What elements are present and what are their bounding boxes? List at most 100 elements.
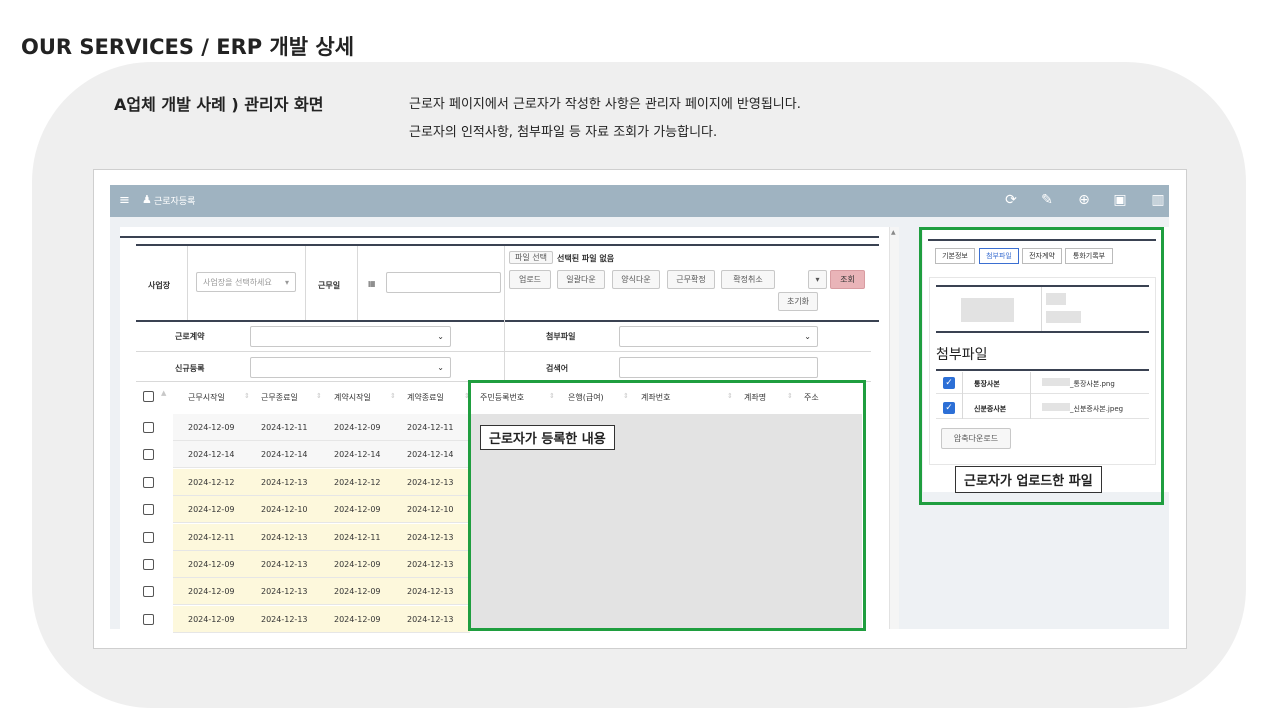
file-status: 선택된 파일 없음 (557, 254, 615, 263)
table-cell: 2024-12-09 (188, 614, 235, 624)
row-select-cell (136, 523, 173, 551)
edit-icon[interactable]: ✎ (1039, 192, 1055, 208)
column-header[interactable]: 근무시작일 (188, 392, 225, 403)
table-cell: 2024-12-09 (188, 587, 235, 597)
table-cell: 2024-12-11 (188, 532, 235, 542)
contract-label: 근로계약 (175, 332, 205, 341)
new-select[interactable]: ⌄ (250, 357, 451, 378)
row-select-cell (136, 605, 173, 633)
description-line: 근로자의 인적사항, 첨부파일 등 자료 조회가 가능합니다. (409, 125, 718, 140)
row-checkbox[interactable] (143, 449, 154, 461)
table-row[interactable]: 2024-12-14 2024-12-14 2024-12-14 2024-12-14 (136, 441, 470, 469)
row-checkbox[interactable] (143, 559, 154, 570)
table-row[interactable]: 2024-12-12 2024-12-13 2024-12-12 2024-12-13 (136, 468, 470, 496)
table-cell: 2024-12-14 (188, 450, 235, 460)
table-row[interactable]: 2024-12-09 2024-12-10 2024-12-09 2024-12-10 (136, 496, 470, 524)
table-cell: 2024-12-12 (334, 477, 381, 487)
description-line: 근로자 페이지에서 근로자가 작성한 사항은 관리자 페이지에 반영됩니다. (409, 97, 801, 112)
workday-input[interactable] (386, 272, 501, 293)
row-select-cell (136, 496, 173, 524)
divider (187, 246, 188, 320)
chevron-down-icon: ⌄ (437, 332, 444, 341)
confirm-work-button[interactable]: 근무확정 (667, 270, 715, 289)
chevron-down-icon: ⌄ (804, 332, 811, 341)
table-cell: 2024-12-13 (407, 532, 454, 542)
uploaded-files-highlight (919, 227, 1164, 505)
keyword-label: 검색어 (546, 364, 569, 373)
table-row[interactable]: 2024-12-09 2024-12-11 2024-12-09 2024-12-11 (136, 414, 470, 441)
row-select-cell (136, 551, 173, 578)
dropdown-button[interactable]: ▾ (808, 270, 827, 289)
table-cell: 2024-12-13 (261, 587, 308, 597)
row-select-cell (136, 414, 173, 441)
attachment-label: 첨부파일 (546, 332, 576, 341)
table-cell: 2024-12-10 (407, 505, 454, 515)
table-cell: 2024-12-09 (188, 423, 235, 432)
contract-select[interactable]: ⌄ (250, 326, 451, 347)
business-select[interactable]: 사업장을 선택하세요 ▾ (196, 272, 296, 292)
table-row[interactable]: 2024-12-09 2024-12-13 2024-12-09 2024-12-13 (136, 605, 470, 633)
template-download-button[interactable]: 양식다운 (612, 270, 660, 289)
row-select-cell (136, 441, 173, 469)
calendar-icon[interactable]: ▦ (368, 279, 376, 288)
description: 근로자 페이지에서 근로자가 작성한 사항은 관리자 페이지에 반영됩니다. 근… (409, 91, 801, 147)
column-header[interactable]: 계약시작일 (334, 392, 371, 403)
table-cell: 2024-12-11 (261, 423, 308, 432)
table-row[interactable]: 2024-12-09 2024-12-13 2024-12-09 2024-12-13 (136, 578, 470, 606)
sort-icon[interactable]: ⇕ (244, 392, 250, 400)
attachment-select[interactable]: ⌄ (619, 326, 818, 347)
breadcrumb: 근로자등록 (154, 197, 196, 207)
row-checkbox[interactable] (143, 613, 154, 625)
row-select-cell (136, 468, 173, 496)
divider (305, 246, 306, 320)
row-checkbox[interactable] (143, 422, 154, 433)
refresh-icon[interactable]: ⟳ (1003, 192, 1019, 208)
keyword-input[interactable] (619, 357, 818, 378)
table-cell: 2024-12-13 (261, 532, 308, 542)
row-checkbox[interactable] (143, 504, 154, 516)
chevron-down-icon: ▾ (284, 277, 289, 287)
table-cell: 2024-12-09 (334, 614, 381, 624)
new-label: 신규등록 (175, 364, 205, 373)
page-title: OUR SERVICES / ERP 개발 상세 (21, 35, 355, 59)
column-header[interactable]: 계약종료일 (407, 392, 444, 403)
file-select-button[interactable]: 파일 선택 (509, 251, 553, 264)
table-row[interactable]: 2024-12-09 2024-12-13 2024-12-09 2024-12-13 (136, 551, 470, 578)
sort-icon[interactable]: ⇕ (316, 392, 322, 400)
delete-icon[interactable]: ▥ (1150, 192, 1166, 208)
menu-icon[interactable]: ≡ (119, 193, 130, 208)
reset-button[interactable]: 초기화 (778, 292, 818, 311)
bulk-download-button[interactable]: 일괄다운 (557, 270, 605, 289)
add-icon[interactable]: ⊕ (1076, 192, 1092, 208)
table-cell: 2024-12-09 (334, 587, 381, 597)
workday-label: 근무일 (318, 281, 341, 290)
user-icon: ♟ (142, 193, 152, 206)
divider (136, 351, 871, 352)
sort-icon[interactable]: ⇕ (390, 392, 396, 400)
cancel-confirm-button[interactable]: 확정취소 (721, 270, 775, 289)
table-cell: 2024-12-14 (407, 450, 454, 460)
row-checkbox[interactable] (143, 531, 154, 543)
table-row[interactable]: 2024-12-11 2024-12-13 2024-12-11 2024-12-13 (136, 523, 470, 551)
business-label: 사업장 (148, 281, 171, 290)
sort-icon[interactable]: ▲ (161, 389, 166, 397)
upload-button[interactable]: 업로드 (509, 270, 551, 289)
row-checkbox[interactable] (143, 476, 154, 488)
row-checkbox[interactable] (143, 586, 154, 598)
table-cell: 2024-12-13 (407, 587, 454, 597)
select-all-checkbox[interactable] (143, 391, 154, 402)
search-line (136, 320, 879, 322)
table-cell: 2024-12-10 (261, 505, 308, 515)
table-cell: 2024-12-12 (188, 477, 235, 487)
query-button[interactable]: 조회 (830, 270, 865, 289)
chevron-down-icon: ⌄ (437, 363, 444, 372)
scroll-up-icon[interactable]: ▲ (891, 229, 896, 236)
save-icon[interactable]: ▣ (1112, 192, 1128, 208)
search-line (136, 244, 879, 246)
registered-content-callout: 근로자가 등록한 내용 (480, 425, 615, 450)
scrollbar[interactable]: ▲ (889, 227, 899, 629)
table-cell: 2024-12-09 (334, 560, 381, 569)
column-header[interactable]: 근무종료일 (261, 392, 298, 403)
table-cell: 2024-12-13 (407, 477, 454, 487)
table-cell: 2024-12-11 (334, 532, 381, 542)
